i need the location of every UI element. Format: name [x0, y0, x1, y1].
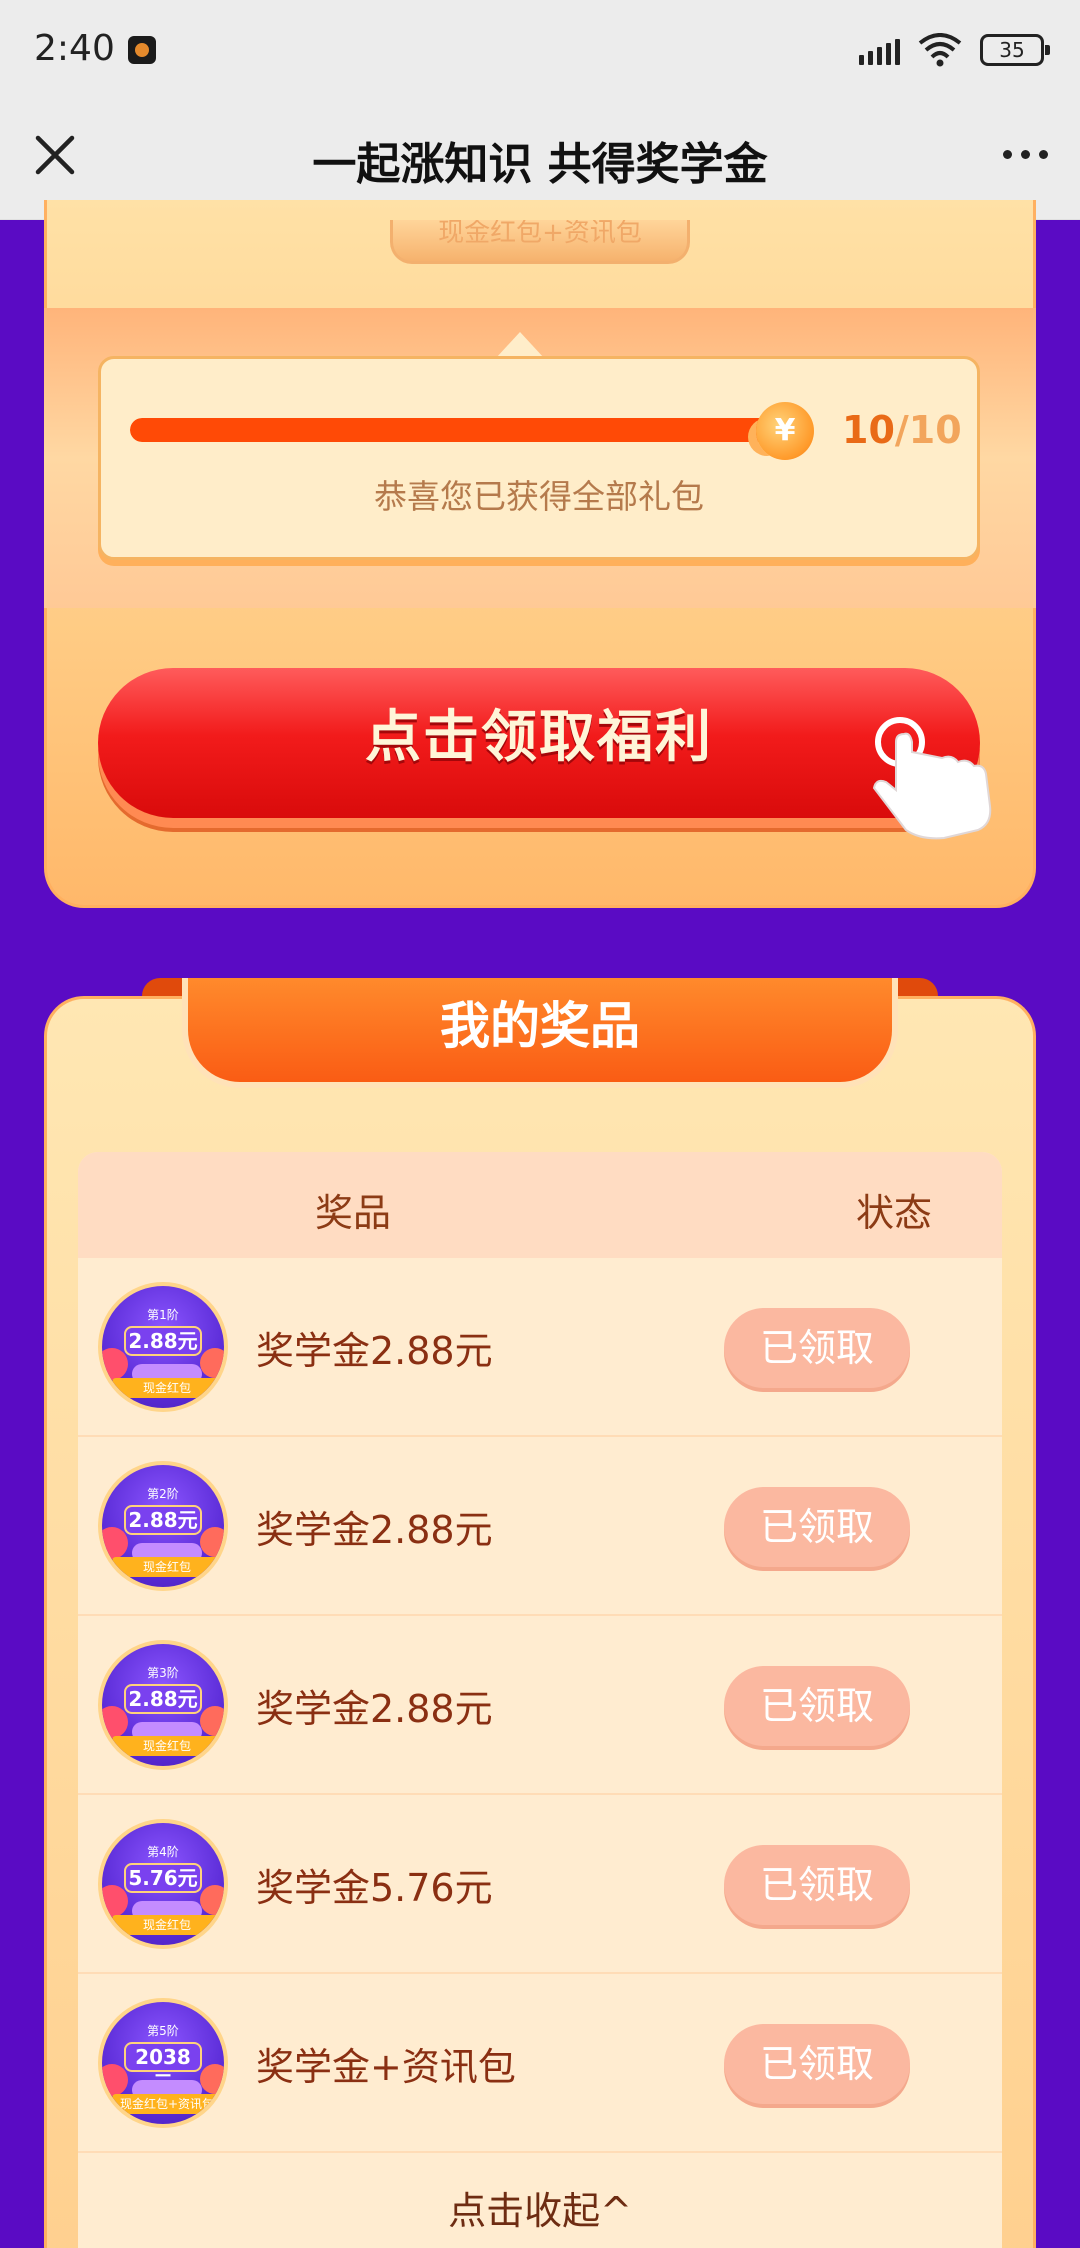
status-time: 2:40 [34, 28, 115, 69]
table-row: 第5阶 2038元 现金红包+资讯包 奖学金+资讯包 已领取 [78, 1974, 1002, 2153]
prize-thumbnail: 第1阶 2.88元 现金红包 [98, 1282, 228, 1412]
status-indicators: 35 [859, 30, 1050, 70]
prize-name: 奖学金5.76元 [256, 1866, 493, 1910]
more-options-icon[interactable] [1003, 150, 1048, 159]
table-row: 第1阶 2.88元 现金红包 奖学金2.88元 已领取 [78, 1258, 1002, 1437]
progress-message: 恭喜您已获得全部礼包 [374, 477, 704, 516]
column-header-status: 状态 [855, 1191, 932, 1235]
progress-box [98, 356, 980, 560]
prize-thumbnail: 第2阶 2.88元 现金红包 [98, 1461, 228, 1591]
claimed-status-button[interactable]: 已领取 [724, 1308, 910, 1388]
reward-type-tag: 现金红包+资讯包 [390, 220, 690, 264]
signal-icon [859, 35, 900, 65]
prize-name: 奖学金2.88元 [256, 1687, 493, 1731]
progress-bar [130, 418, 780, 442]
prize-name: 奖学金2.88元 [256, 1329, 493, 1373]
prize-name: 奖学金2.88元 [256, 1508, 493, 1552]
progress-count: 10/10 [842, 408, 962, 452]
collapse-link[interactable]: 点击收起^ [78, 2180, 1002, 2235]
coin-icon: ¥ [756, 402, 814, 460]
claim-welfare-button[interactable]: 点击领取福利 [98, 668, 980, 818]
pointing-hand-icon [872, 717, 992, 840]
prize-thumbnail: 第3阶 2.88元 现金红包 [98, 1640, 228, 1770]
progress-fill [130, 418, 780, 442]
table-header: 奖品 状态 [78, 1152, 1002, 1258]
prize-section-title: 我的奖品 [182, 978, 898, 1088]
claimed-status-button[interactable]: 已领取 [724, 1487, 910, 1567]
app-notification-icon [128, 36, 156, 64]
table-row: 第3阶 2.88元 现金红包 奖学金2.88元 已领取 [78, 1616, 1002, 1795]
prize-thumbnail: 第5阶 2038元 现金红包+资讯包 [98, 1998, 228, 2128]
page-title: 一起涨知识 共得奖学金 [312, 139, 768, 190]
battery-icon: 35 [980, 34, 1050, 66]
column-header-prize: 奖品 [314, 1191, 391, 1235]
prize-table: 奖品 状态 第1阶 2.88元 现金红包 奖学金2.88元 已领取 第2阶 2.… [78, 1152, 1002, 2248]
wifi-icon [918, 33, 962, 67]
status-bar: 2:40 35 [0, 0, 1080, 100]
prize-thumbnail: 第4阶 5.76元 现金红包 [98, 1819, 228, 1949]
claimed-status-button[interactable]: 已领取 [724, 1845, 910, 1925]
claimed-status-button[interactable]: 已领取 [724, 2024, 910, 2104]
progress-pointer [496, 332, 544, 358]
table-row: 第4阶 5.76元 现金红包 奖学金5.76元 已领取 [78, 1795, 1002, 1974]
claimed-status-button[interactable]: 已领取 [724, 1666, 910, 1746]
table-row: 第2阶 2.88元 现金红包 奖学金2.88元 已领取 [78, 1437, 1002, 1616]
prize-name: 奖学金+资讯包 [256, 2045, 516, 2089]
